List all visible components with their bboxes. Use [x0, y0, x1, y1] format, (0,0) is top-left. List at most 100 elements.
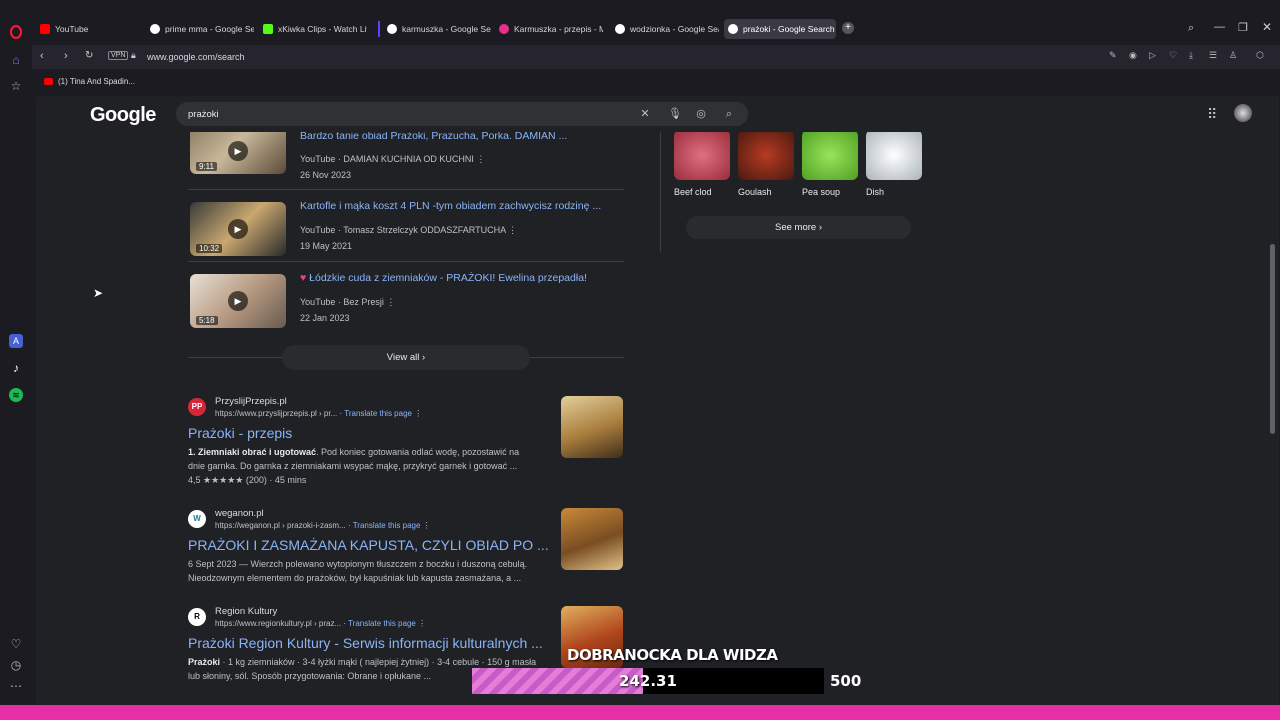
- video-date: 26 Nov 2023: [300, 170, 352, 180]
- heart-icon[interactable]: ♡: [9, 637, 23, 651]
- video-date: 22 Jan 2023: [300, 313, 350, 323]
- forward-icon[interactable]: ›: [64, 50, 68, 62]
- result-site[interactable]: PrzyslijPrzepis.pl: [215, 396, 287, 407]
- result-title[interactable]: Prażoki Region Kultury - Serwis informac…: [188, 635, 543, 651]
- tab-youtube[interactable]: YouTube: [36, 19, 141, 39]
- video-title[interactable]: Kartofle i mąka koszt 4 PLN -tym obiadem…: [300, 200, 601, 212]
- tab-prazoki[interactable]: prażoki - Google Search: [724, 19, 836, 39]
- home-icon[interactable]: ⌂: [9, 53, 23, 67]
- video-title-text: Łódzkie cuda z ziemniaków - PRAŻOKI! Ewe…: [309, 272, 587, 284]
- result-site[interactable]: Region Kultury: [215, 606, 277, 617]
- result-thumbnail[interactable]: [561, 396, 623, 458]
- reload-icon[interactable]: ↻: [85, 50, 93, 61]
- search-icon[interactable]: ⌕: [722, 107, 736, 121]
- see-more-label: See more: [775, 222, 817, 233]
- video-title[interactable]: ♥ Łódzkie cuda z ziemniaków - PRAŻOKI! E…: [300, 272, 587, 284]
- kp-label[interactable]: Beef clod: [674, 187, 712, 197]
- video-result[interactable]: ▶ 10:32 Kartofle i mąka koszt 4 PLN -tym …: [188, 200, 624, 274]
- google-icon: [150, 24, 160, 34]
- video-result[interactable]: ▶ 5:18 ♥ Łódzkie cuda z ziemniaków - PRAŻ…: [188, 272, 624, 346]
- more-icon[interactable]: ⋯: [9, 679, 23, 693]
- profile-icon[interactable]: ♙: [1229, 50, 1237, 61]
- edit-icon[interactable]: ✎: [1109, 50, 1117, 61]
- pea-soup-image[interactable]: [802, 130, 858, 180]
- tab-prime-mma[interactable]: prime mma - Google Sear: [146, 19, 254, 39]
- column-divider: [660, 130, 661, 252]
- tab-xkiwka[interactable]: xKiwka Clips - Watch Live: [259, 19, 367, 39]
- kp-label[interactable]: Pea soup: [802, 187, 840, 197]
- video-source: YouTube · Bez Presji ⋮: [300, 297, 396, 307]
- search-tabs-icon[interactable]: ⌕: [1188, 22, 1194, 35]
- spotify-icon[interactable]: ≋: [9, 388, 23, 402]
- avatar[interactable]: [1234, 104, 1252, 122]
- result-title[interactable]: Prażoki - przepis: [188, 425, 292, 441]
- heart-icon[interactable]: ♡: [1169, 50, 1177, 61]
- new-tab-button[interactable]: +: [842, 22, 854, 34]
- bookmark-item[interactable]: (1) Tina And Spadin...: [44, 77, 135, 86]
- scrollbar[interactable]: [1270, 244, 1275, 434]
- url-field[interactable]: www.google.com/search: [147, 52, 245, 62]
- close-window-button[interactable]: ✕: [1262, 20, 1272, 34]
- bookmarks-bar: (1) Tina And Spadin...: [32, 69, 1280, 95]
- maximize-button[interactable]: ❐: [1238, 21, 1248, 34]
- translate-link[interactable]: Translate this page: [353, 521, 421, 530]
- site-favicon: R: [188, 608, 206, 626]
- apps-icon[interactable]: ⠿: [1207, 106, 1217, 123]
- kp-label[interactable]: Goulash: [738, 187, 772, 197]
- view-all-button[interactable]: View all ›: [282, 345, 530, 370]
- search-box[interactable]: ✕ 🎙︎ ◎ ⌕: [176, 102, 748, 126]
- tab-separator: [378, 21, 380, 37]
- camera-icon[interactable]: ◉: [1129, 50, 1137, 61]
- see-more-button[interactable]: See more ›: [686, 216, 911, 239]
- result-thumbnail[interactable]: [561, 508, 623, 570]
- search-input[interactable]: [188, 106, 628, 122]
- extensions-icon[interactable]: ⬡: [1256, 50, 1264, 61]
- result-title[interactable]: PRAŻOKI I ZASMAŻANA KAPUSTA, CZYLI OBIAD…: [188, 537, 549, 553]
- clear-icon[interactable]: ✕: [638, 107, 652, 121]
- aria-icon[interactable]: A: [9, 334, 23, 348]
- result-site[interactable]: weganon.pl: [215, 508, 264, 519]
- download-icon[interactable]: ⤓: [1189, 50, 1193, 61]
- video-thumbnail[interactable]: ▶ 5:18: [190, 274, 286, 328]
- tab-label: Karmuszka - przepis - Mo: [514, 24, 603, 34]
- translate-link[interactable]: Translate this page: [348, 619, 416, 628]
- google-logo[interactable]: Google: [90, 104, 156, 127]
- site-favicon: W: [188, 510, 206, 528]
- microphone-icon[interactable]: 🎙︎: [668, 107, 682, 121]
- tab-karmuszka-przepis[interactable]: Karmuszka - przepis - Mo: [495, 19, 603, 39]
- opera-logo-icon[interactable]: [10, 25, 22, 39]
- result-url[interactable]: https://www.regionkultury.pl › praz... ·…: [215, 619, 426, 628]
- tiktok-icon[interactable]: ♪: [9, 361, 23, 375]
- google-results-page: Google ✕ 🎙︎ ◎ ⌕ ⠿ ▶9:11 Bardzo tanie obi…: [36, 96, 1279, 705]
- kp-label[interactable]: Dish: [866, 187, 884, 197]
- overlay-title: DOBRANOCKA DLA WIDZA: [567, 646, 778, 664]
- tab-label: prażoki - Google Search: [743, 24, 835, 34]
- goulash-image[interactable]: [738, 130, 794, 180]
- star-icon[interactable]: ☆: [9, 79, 23, 93]
- vpn-badge[interactable]: VPN: [108, 51, 129, 60]
- donation-progress-bar: 242.31: [472, 668, 824, 694]
- tab-karmuszka[interactable]: karmuszka - Google Sear: [383, 19, 491, 39]
- video-thumbnail[interactable]: ▶ 10:32: [190, 202, 286, 256]
- video-source: YouTube · Tomasz Strzelczyk ODDASZFARTUC…: [300, 225, 518, 235]
- lens-icon[interactable]: ◎: [694, 107, 708, 121]
- tab-wodzionka[interactable]: wodzionka - Google Sear: [611, 19, 719, 39]
- dish-image[interactable]: [866, 130, 922, 180]
- play-icon: ▶: [228, 291, 248, 311]
- translate-link[interactable]: Translate this page: [344, 409, 412, 418]
- rating: 4,5 ★★★★★ (200) · 45 mins: [188, 475, 307, 485]
- minimize-button[interactable]: —: [1214, 21, 1225, 33]
- player-icon[interactable]: ▷: [1149, 50, 1156, 61]
- easy-setup-icon[interactable]: ☰: [1209, 50, 1217, 61]
- result-url[interactable]: https://www.przyslijprzepis.pl › pr... ·…: [215, 409, 422, 418]
- result-snippet: 1. Ziemniaki obrać i ugotować. Pod konie…: [188, 445, 538, 487]
- result-url[interactable]: https://weganon.pl › prazoki-i-zasm... ·…: [215, 521, 431, 530]
- channel-label: DAMIAN KUCHNIA OD KUCHNI: [343, 154, 474, 164]
- history-icon[interactable]: ◷: [9, 658, 23, 672]
- youtube-icon: [44, 78, 53, 85]
- beef-clod-image[interactable]: [674, 130, 730, 180]
- chevron-right-icon: ›: [818, 222, 822, 233]
- back-icon[interactable]: ‹: [40, 50, 44, 62]
- video-result[interactable]: ▶ 9:11 Bardzo tanie obiad Prażoki, Prazuc…: [188, 124, 624, 202]
- view-all-label: View all: [386, 352, 420, 363]
